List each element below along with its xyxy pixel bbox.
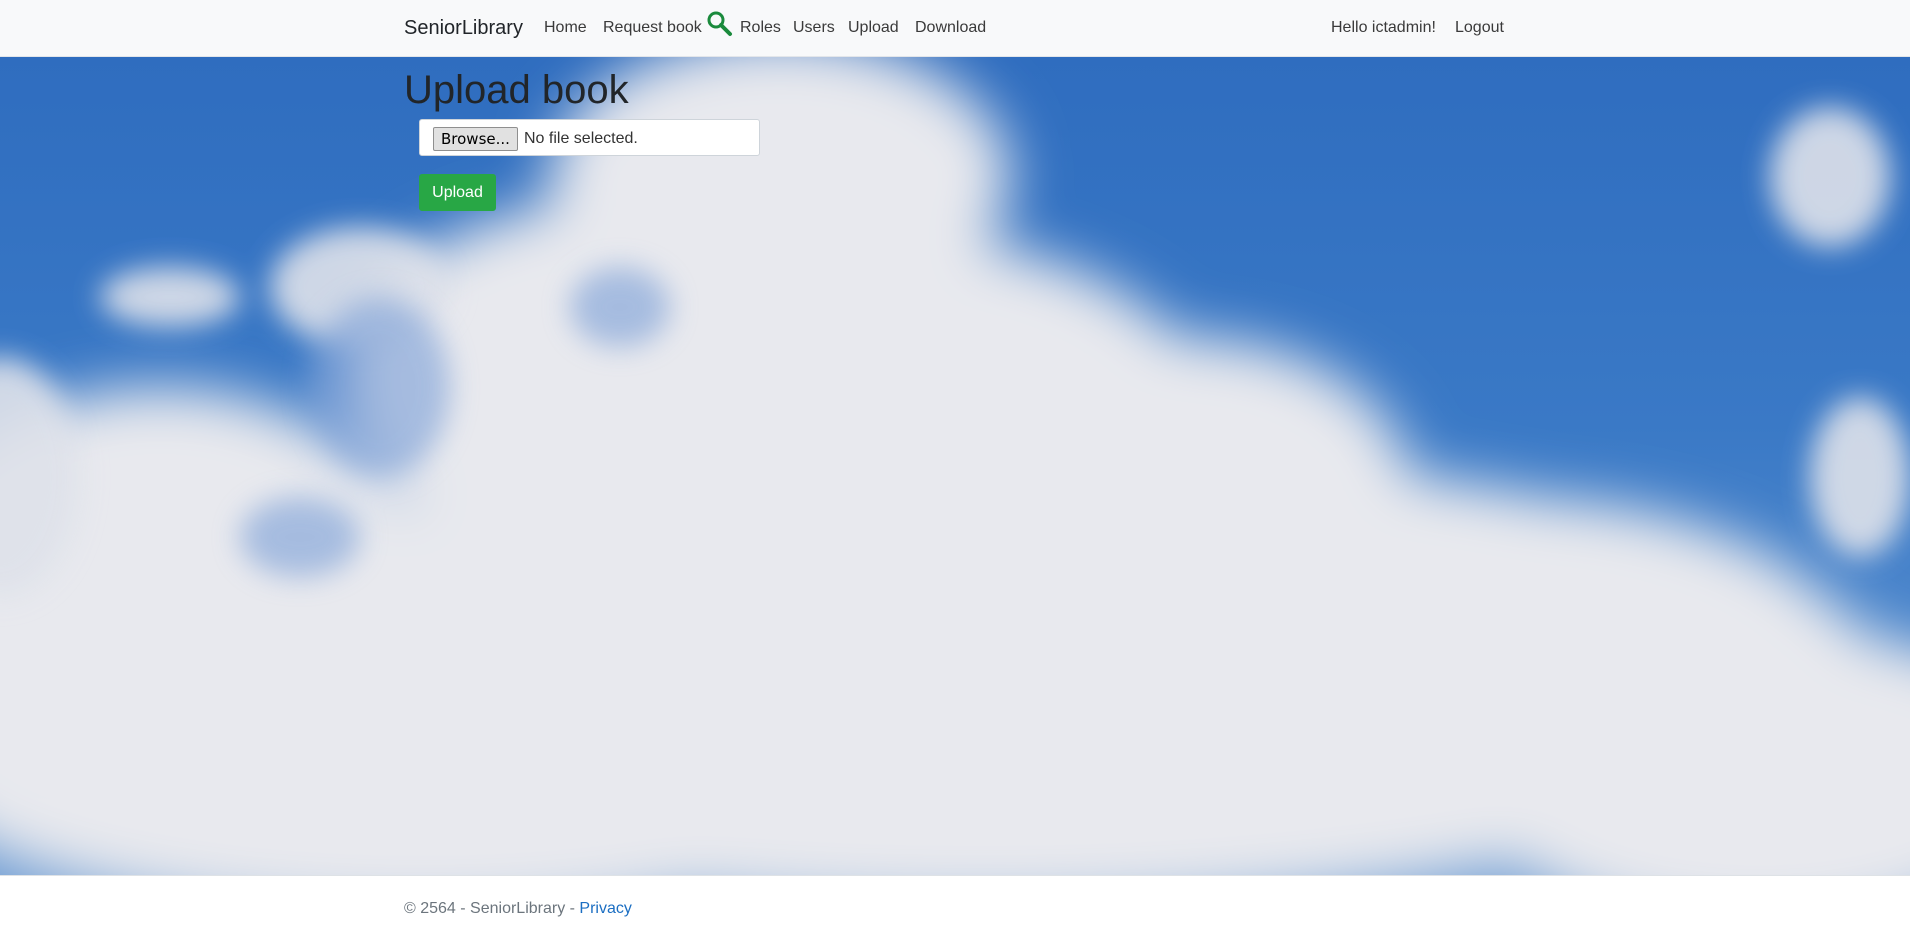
nav-users[interactable]: Users bbox=[793, 19, 835, 37]
upload-button[interactable]: Upload bbox=[419, 174, 496, 211]
brand-link[interactable]: SeniorLibrary bbox=[404, 17, 523, 40]
privacy-link[interactable]: Privacy bbox=[579, 900, 631, 917]
user-greeting[interactable]: Hello ictadmin! bbox=[1331, 19, 1436, 37]
nav-download[interactable]: Download bbox=[915, 19, 986, 37]
file-status: No file selected. bbox=[524, 130, 638, 147]
nav-roles[interactable]: Roles bbox=[740, 19, 781, 37]
page-title: Upload book bbox=[404, 68, 629, 112]
search-icon[interactable] bbox=[705, 9, 733, 37]
nav-upload[interactable]: Upload bbox=[848, 19, 899, 37]
footer: © 2564 - SeniorLibrary - Privacy bbox=[0, 875, 1910, 925]
logout-link[interactable]: Logout bbox=[1455, 19, 1504, 37]
footer-text: © 2564 - SeniorLibrary - Privacy bbox=[404, 900, 632, 918]
navbar: SeniorLibrary Home Request book Roles Us… bbox=[0, 0, 1910, 57]
copyright-text: © 2564 - SeniorLibrary - bbox=[404, 900, 580, 917]
nav-home[interactable]: Home bbox=[544, 19, 587, 37]
file-input[interactable]: Browse... No file selected. bbox=[419, 119, 760, 156]
sky-background: Upload book Browse... No file selected. … bbox=[0, 57, 1910, 875]
browse-button[interactable]: Browse... bbox=[433, 127, 518, 151]
nav-request-book[interactable]: Request book bbox=[603, 19, 702, 37]
cloud-image bbox=[0, 57, 1910, 875]
